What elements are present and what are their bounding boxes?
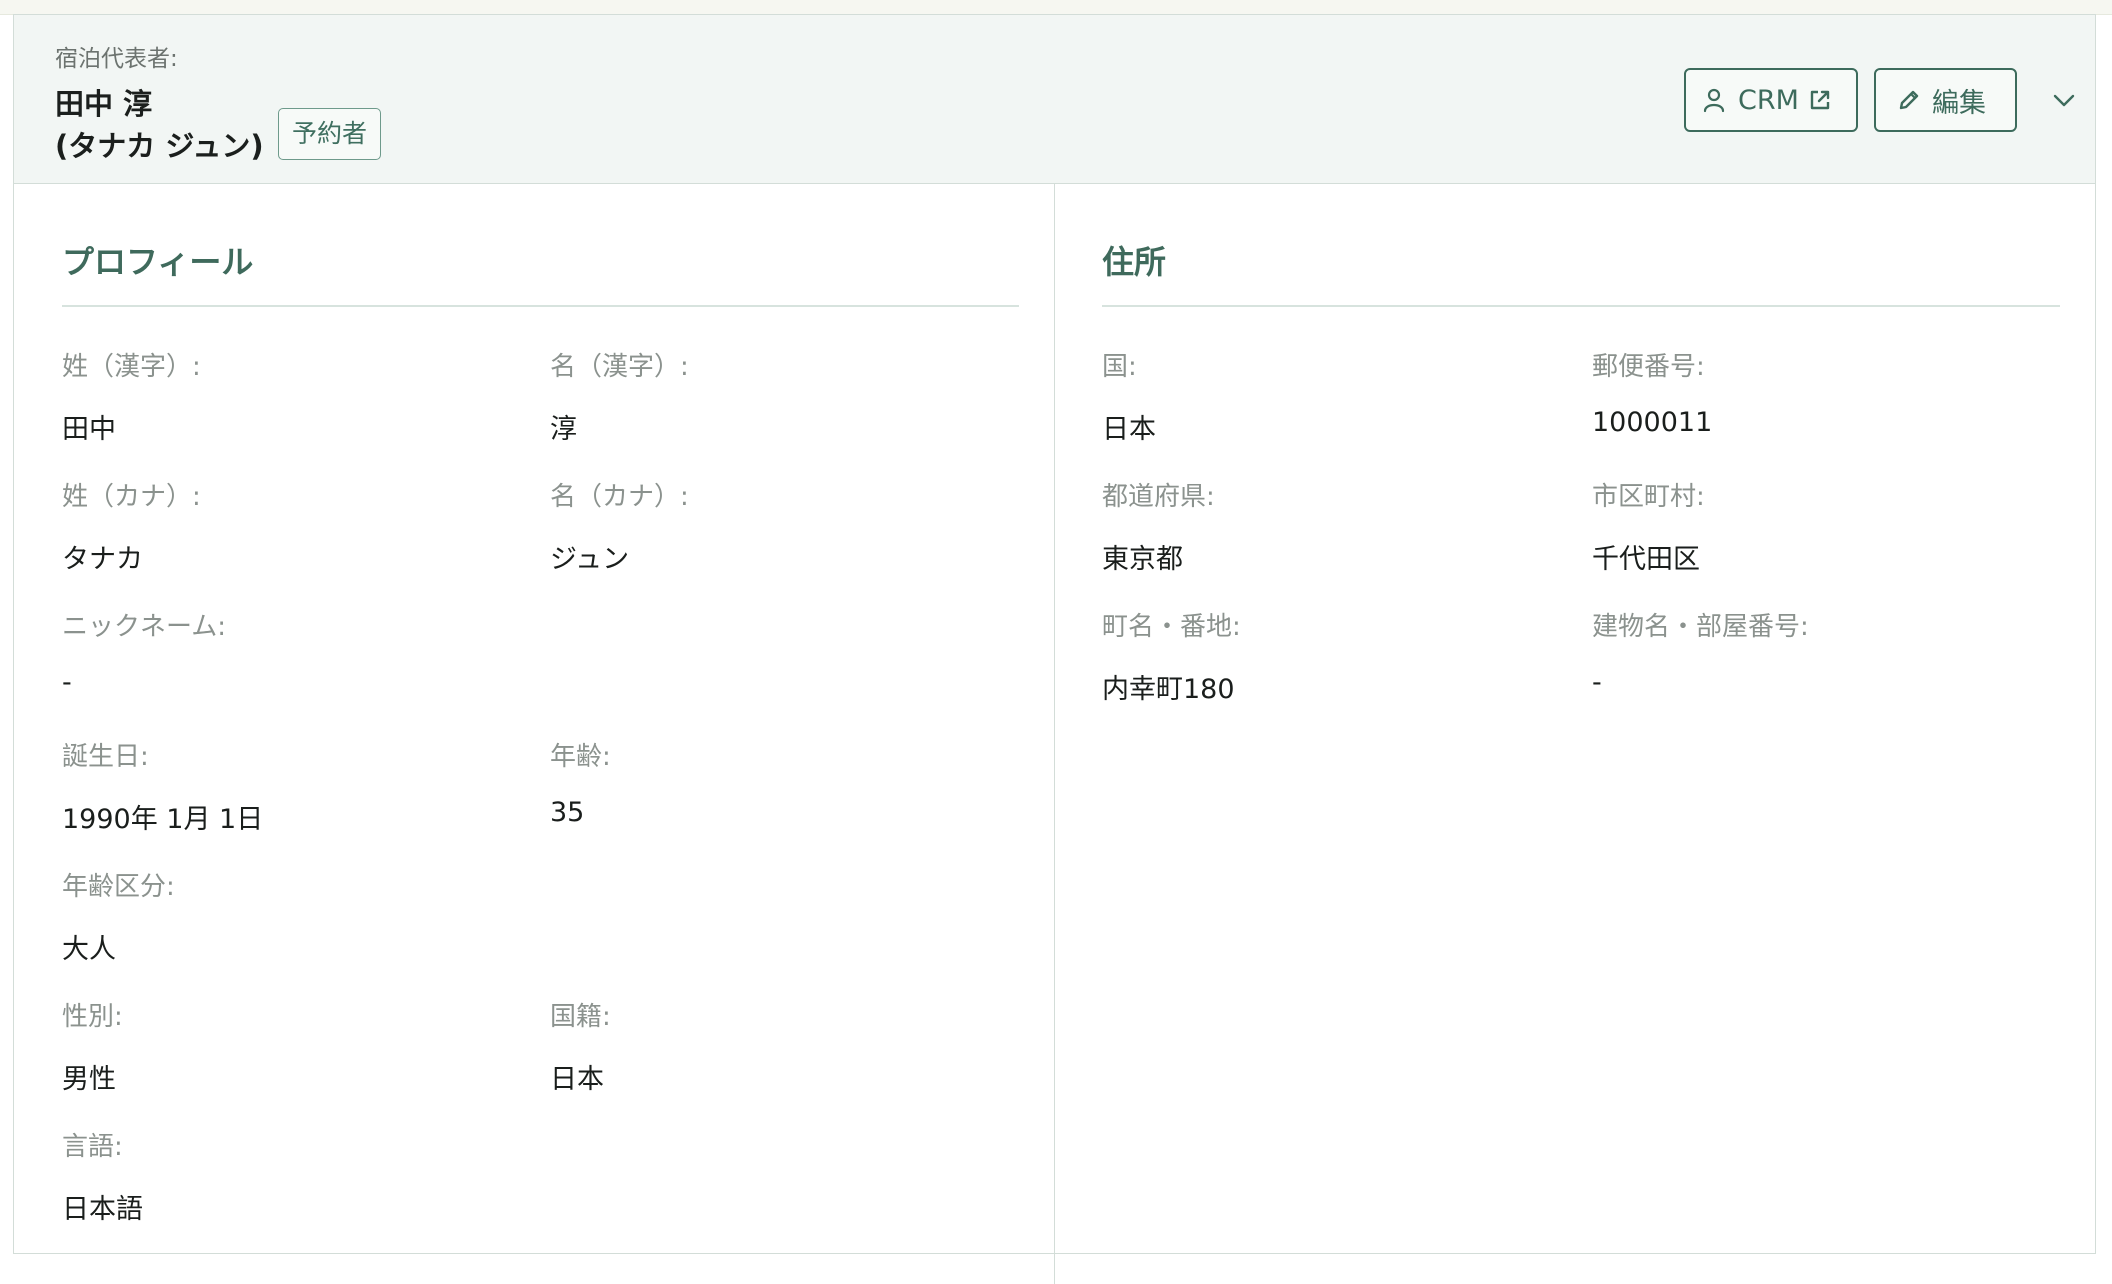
chevron-down-icon[interactable] xyxy=(2049,85,2079,115)
external-link-icon xyxy=(1809,89,1831,111)
last-name-kana-value: タナカ xyxy=(62,544,143,575)
edit-button-label: 編集 xyxy=(1932,87,1986,119)
language-label: 言語: xyxy=(62,1132,123,1162)
first-name-kana-label: 名（カナ）: xyxy=(550,482,689,512)
street-value: 内幸町180 xyxy=(1102,674,1235,705)
pencil-icon xyxy=(1898,89,1920,111)
guest-name: 田中 淳 xyxy=(55,87,153,121)
first-name-kana-value: ジュン xyxy=(550,544,630,575)
gender-value: 男性 xyxy=(62,1064,116,1095)
card-header: 宿泊代表者: 田中 淳 (タナカ ジュン) 予約者 CRM 編集 xyxy=(14,15,2095,184)
profile-section-title: プロフィール xyxy=(62,243,254,281)
guest-caption: 宿泊代表者: xyxy=(55,46,178,72)
building-label: 建物名・部屋番号: xyxy=(1592,612,1809,642)
postal-code-value: 1000011 xyxy=(1592,407,1713,438)
nickname-value: - xyxy=(62,667,72,698)
crm-button[interactable]: CRM xyxy=(1684,68,1858,132)
nationality-label: 国籍: xyxy=(550,1002,611,1032)
birthday-label: 誕生日: xyxy=(62,742,149,772)
first-name-kanji-value: 淳 xyxy=(550,414,577,445)
postal-code-label: 郵便番号: xyxy=(1592,352,1705,382)
gender-label: 性別: xyxy=(62,1002,123,1032)
nationality-value: 日本 xyxy=(550,1064,604,1095)
edit-button[interactable]: 編集 xyxy=(1874,68,2017,132)
last-name-kanji-value: 田中 xyxy=(62,414,116,445)
first-name-kanji-label: 名（漢字）: xyxy=(550,352,689,382)
top-strip xyxy=(0,0,2112,15)
guest-name-kana: (タナカ ジュン) xyxy=(55,129,264,163)
prefecture-label: 都道府県: xyxy=(1102,482,1215,512)
age-label: 年齢: xyxy=(550,742,611,772)
nickname-label: ニックネーム: xyxy=(62,612,226,642)
address-section-divider xyxy=(1102,305,2060,307)
guest-card: 宿泊代表者: 田中 淳 (タナカ ジュン) 予約者 CRM 編集 プロフィール … xyxy=(13,14,2096,1284)
city-label: 市区町村: xyxy=(1592,482,1705,512)
profile-section-divider xyxy=(62,305,1019,307)
last-name-kana-label: 姓（カナ）: xyxy=(62,482,201,512)
person-icon xyxy=(1702,87,1726,113)
age-value: 35 xyxy=(550,797,585,828)
building-value: - xyxy=(1592,667,1602,698)
column-divider xyxy=(1054,184,1055,1284)
last-name-kanji-label: 姓（漢字）: xyxy=(62,352,201,382)
age-group-label: 年齢区分: xyxy=(62,872,175,902)
age-group-value: 大人 xyxy=(62,934,116,965)
country-value: 日本 xyxy=(1102,414,1156,445)
city-value: 千代田区 xyxy=(1592,544,1700,575)
prefecture-value: 東京都 xyxy=(1102,544,1183,575)
language-value: 日本語 xyxy=(62,1194,143,1225)
address-section-title: 住所 xyxy=(1102,243,1167,281)
country-label: 国: xyxy=(1102,352,1137,382)
street-label: 町名・番地: xyxy=(1102,612,1241,642)
booker-badge: 予約者 xyxy=(278,108,382,160)
birthday-value: 1990年 1月 1日 xyxy=(62,804,264,835)
crm-button-label: CRM xyxy=(1738,84,1799,116)
